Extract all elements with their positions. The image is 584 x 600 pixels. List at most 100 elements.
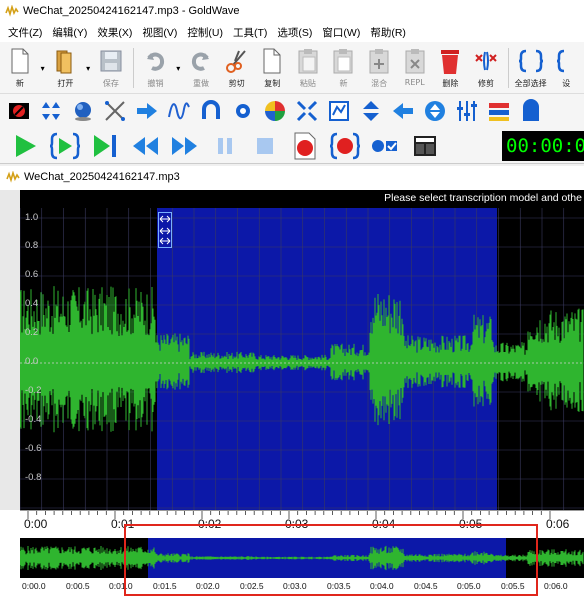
save-button[interactable]: 保存: [93, 42, 129, 94]
menu-file[interactable]: 文件(Z): [3, 25, 47, 40]
new-file-icon: [7, 46, 33, 76]
selection-start-marker-icon[interactable]: [158, 212, 172, 248]
waveform-view[interactable]: Please select transcription model and ot…: [20, 190, 584, 510]
mix-plus-icon: [366, 46, 392, 76]
paste-button[interactable]: 粘贴: [290, 42, 326, 94]
trim-button[interactable]: 修剪: [468, 42, 504, 94]
equalizer-chart-icon[interactable]: [324, 96, 354, 126]
open-folder-icon: [52, 46, 78, 76]
sliders-icon[interactable]: [452, 96, 482, 126]
magnet-icon[interactable]: [196, 96, 226, 126]
menu-tools[interactable]: 工具(T): [228, 25, 272, 40]
settings-button[interactable]: 设: [548, 42, 584, 94]
crossfade-icon[interactable]: [100, 96, 130, 126]
replace-button[interactable]: REPL: [397, 42, 433, 94]
record-selection-button[interactable]: [328, 130, 362, 162]
menu-options[interactable]: 选项(S): [272, 25, 317, 40]
y-axis-label: 1.0: [25, 212, 39, 223]
select-all-button[interactable]: 全部选择: [513, 42, 549, 94]
new-dropdown-icon[interactable]: ▾: [38, 42, 48, 94]
color-pinwheel-icon[interactable]: [260, 96, 290, 126]
undo-button[interactable]: 撤销: [138, 42, 174, 94]
monitor-record-button[interactable]: [368, 130, 402, 162]
highlight-annotation-box: [124, 524, 538, 596]
play-selection-button[interactable]: [48, 130, 82, 162]
pause-button[interactable]: [208, 130, 242, 162]
y-axis-label: 0.8: [25, 240, 39, 251]
scissors-icon: [224, 46, 250, 76]
title-bar: WeChat_20250424162147.mp3 - GoldWave: [0, 0, 584, 22]
globe-icon[interactable]: [68, 96, 98, 126]
stop-record-icon[interactable]: [4, 96, 34, 126]
y-axis-label: -0.6: [25, 443, 42, 454]
arrow-right-icon[interactable]: [132, 96, 162, 126]
open-button[interactable]: 打开: [48, 42, 84, 94]
paste-new-button[interactable]: 新: [326, 42, 362, 94]
merge-arrows-icon[interactable]: [356, 96, 386, 126]
toolbar-separator: [507, 48, 509, 88]
channel-gutter: [0, 190, 20, 510]
mix-button[interactable]: 混合: [361, 42, 397, 94]
rewind-button[interactable]: [128, 130, 162, 162]
redo-button[interactable]: 重做: [183, 42, 219, 94]
circle-arrows-icon[interactable]: [420, 96, 450, 126]
gear-blue-icon[interactable]: [228, 96, 258, 126]
menu-view[interactable]: 视图(V): [137, 25, 182, 40]
paste-clipboard-icon: [295, 46, 321, 76]
menu-edit[interactable]: 编辑(Y): [47, 25, 92, 40]
menu-help[interactable]: 帮助(R): [365, 25, 411, 40]
main-toolbar: 新 ▾ 打开 ▾ 保存 撤销 ▾ 重做 剪切 复制 粘贴 新 混合 REPL 删…: [0, 42, 584, 94]
y-axis-label: -0.4: [25, 414, 42, 425]
ruler-label: 0:00: [24, 517, 48, 531]
notification-banner: Please select transcription model and ot…: [20, 190, 584, 208]
menu-bar: 文件(Z) 编辑(Y) 效果(X) 视图(V) 控制(U) 工具(T) 选项(S…: [0, 22, 584, 42]
control-properties-button[interactable]: [408, 130, 442, 162]
y-axis-label: 0.6: [25, 269, 39, 280]
sound-window-titlebar: WeChat_20250424162147.mp3: [0, 166, 584, 188]
open-dropdown-icon[interactable]: ▾: [83, 42, 93, 94]
y-axis-label: -0.2: [25, 385, 42, 396]
menu-effects[interactable]: 效果(X): [92, 25, 137, 40]
sound-window-title: WeChat_20250424162147.mp3: [24, 171, 180, 183]
redo-icon: [188, 46, 214, 76]
layers-icon[interactable]: [484, 96, 514, 126]
compress-arrows-icon[interactable]: [292, 96, 322, 126]
transport-toolbar: [0, 128, 584, 164]
expand-arrows-icon[interactable]: [36, 96, 66, 126]
effects-toolbar: [0, 94, 584, 128]
menu-control[interactable]: 控制(U): [182, 25, 228, 40]
arrow-left-icon[interactable]: [388, 96, 418, 126]
window-title: WeChat_20250424162147.mp3 - GoldWave: [23, 5, 240, 17]
new-button[interactable]: 新: [2, 42, 38, 94]
sound-file-icon: [6, 171, 20, 183]
time-display: 00:00:00: [502, 131, 584, 161]
stop-button[interactable]: [248, 130, 282, 162]
y-axis-label: 0.4: [25, 298, 39, 309]
y-axis-label: 0.0: [25, 356, 39, 367]
record-button[interactable]: [288, 130, 322, 162]
goldwave-app: WeChat_20250424162147.mp3 - GoldWave 文件(…: [0, 0, 584, 600]
overview-ruler-label: 0:00.0: [22, 581, 46, 591]
trim-icon: [473, 46, 499, 76]
cut-button[interactable]: 剪切: [219, 42, 255, 94]
copy-button[interactable]: 复制: [254, 42, 290, 94]
ruler-label: 0:06: [546, 517, 570, 531]
waveform-canvas: [20, 208, 584, 510]
delete-button[interactable]: 删除: [433, 42, 469, 94]
settings-braces-icon: [553, 46, 579, 76]
menu-window[interactable]: 窗口(W): [317, 25, 365, 40]
y-axis-label: 0.2: [25, 327, 39, 338]
partial-icon[interactable]: [516, 96, 546, 126]
play-button[interactable]: [8, 130, 42, 162]
copy-icon: [259, 46, 285, 76]
play-to-end-button[interactable]: [88, 130, 122, 162]
wave-shape-icon[interactable]: [164, 96, 194, 126]
fast-forward-button[interactable]: [168, 130, 202, 162]
app-logo-icon: [5, 5, 19, 17]
undo-icon: [142, 46, 168, 76]
undo-dropdown-icon[interactable]: ▾: [173, 42, 183, 94]
overview-ruler-label: 0:00.5: [66, 581, 90, 591]
paste-new-icon: [330, 46, 356, 76]
banner-text: Please select transcription model and ot…: [384, 192, 582, 204]
trash-icon: [437, 46, 463, 76]
